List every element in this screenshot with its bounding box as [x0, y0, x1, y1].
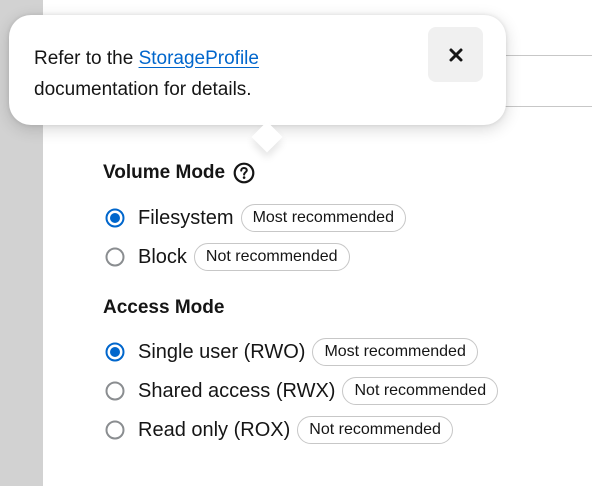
field-underline [500, 55, 592, 56]
popover-body: Refer to the StorageProfile documentatio… [34, 43, 364, 105]
access-mode-title: Access Mode [103, 297, 225, 318]
access-mode-option-rwx[interactable]: Shared access (RWX) Not recommended [105, 375, 499, 407]
access-mode-heading: Access Mode [103, 297, 224, 319]
radio-label: Filesystem [138, 206, 234, 229]
close-button[interactable] [428, 27, 483, 82]
radio-label: Read only (ROX) [138, 418, 291, 441]
volume-mode-heading: Volume Mode [103, 162, 255, 184]
radio-unselected-icon[interactable] [105, 381, 125, 401]
radio-unselected-icon[interactable] [105, 247, 125, 267]
volume-mode-option-block[interactable]: Block Not recommended [105, 241, 350, 273]
recommendation-badge: Not recommended [297, 416, 453, 444]
storage-profile-link[interactable]: StorageProfile [139, 48, 259, 69]
volume-mode-option-filesystem[interactable]: Filesystem Most recommended [105, 202, 406, 234]
radio-unselected-icon[interactable] [105, 420, 125, 440]
access-mode-option-rox[interactable]: Read only (ROX) Not recommended [105, 414, 453, 446]
radio-selected-icon[interactable] [105, 208, 125, 228]
radio-label: Block [138, 245, 187, 268]
radio-label: Shared access (RWX) [138, 379, 336, 402]
popover-text: documentation for details. [34, 79, 252, 100]
recommendation-badge: Not recommended [342, 377, 499, 405]
radio-label: Single user (RWO) [138, 340, 306, 363]
recommendation-badge: Most recommended [240, 204, 406, 232]
radio-selected-icon[interactable] [105, 342, 125, 362]
storage-profile-popover: Refer to the StorageProfile documentatio… [9, 15, 506, 153]
recommendation-badge: Most recommended [312, 338, 478, 366]
volume-mode-title: Volume Mode [103, 162, 226, 183]
field-underline [500, 106, 592, 107]
recommendation-badge: Not recommended [193, 243, 350, 271]
popover-text: Refer to the [34, 48, 139, 69]
question-circle-icon[interactable] [233, 162, 255, 184]
close-icon [448, 47, 464, 63]
access-mode-option-rwo[interactable]: Single user (RWO) Most recommended [105, 336, 478, 368]
